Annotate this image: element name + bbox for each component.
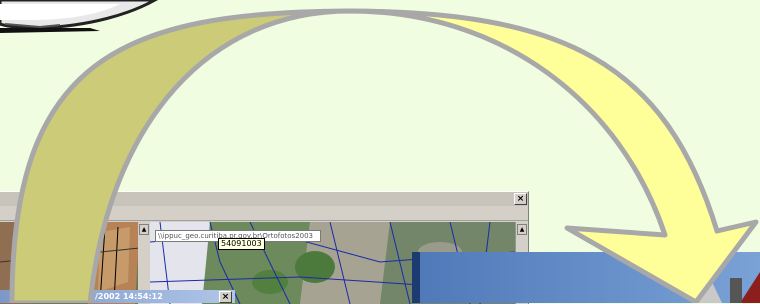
transition-arrow-icon: [9, 8, 759, 303]
